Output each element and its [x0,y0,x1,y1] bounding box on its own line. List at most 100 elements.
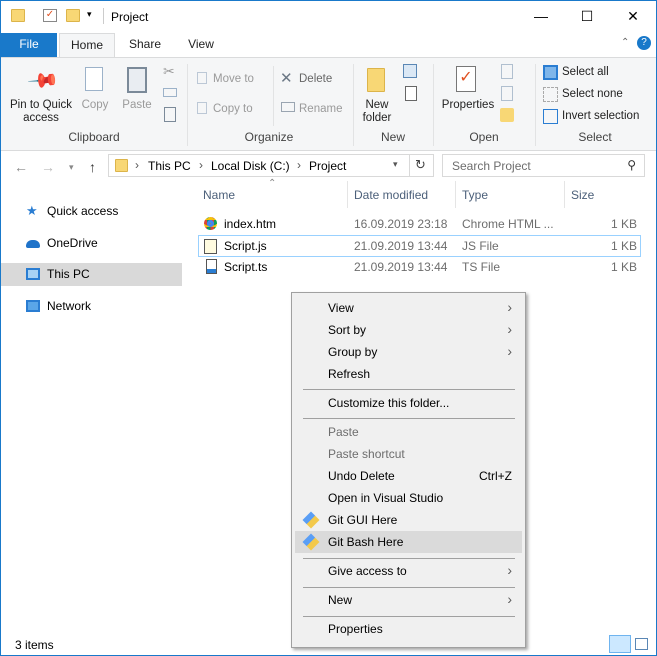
nav-item-quick-access[interactable]: ★ Quick access [1,200,182,223]
new-folder-icon [367,68,385,92]
breadcrumb-this-pc[interactable]: This PC [148,159,191,173]
tab-share[interactable]: Share [119,33,171,57]
rename-button[interactable]: Rename [299,103,342,116]
menu-item-sort-by[interactable]: Sort by › [295,319,522,341]
column-divider[interactable] [347,181,348,208]
breadcrumb-chevron-icon[interactable]: › [199,158,203,172]
breadcrumb-local-disk[interactable]: Local Disk (C:) [211,159,290,173]
cut-icon[interactable]: ✂ [163,63,175,80]
pin-quick-access-button[interactable]: Pin to Quick access [5,99,77,125]
open-icon[interactable] [501,64,513,79]
copy-to-button[interactable]: Copy to [213,103,253,116]
computer-icon [26,268,40,280]
new-folder-button[interactable]: New folder [357,99,397,125]
menu-item-git-bash[interactable]: Git Bash Here [295,531,522,553]
menu-item-properties[interactable]: Properties [295,618,522,640]
menu-item-new[interactable]: New › [295,589,522,611]
easy-access-icon[interactable] [405,86,417,101]
refresh-icon[interactable]: ↻ [415,157,426,173]
menu-item-paste-shortcut: Paste shortcut [328,447,405,461]
recent-locations-button[interactable]: ▾ [69,162,74,173]
delete-button[interactable]: Delete [299,73,332,86]
menu-item-give-access[interactable]: Give access to › [295,560,522,582]
tab-home[interactable]: Home [59,33,115,58]
large-icons-view-button[interactable] [635,638,648,650]
customize-qat-icon[interactable]: ▾ [87,9,92,20]
column-size[interactable]: Size [571,188,594,202]
invert-selection-icon [543,109,558,124]
group-open: Open [469,130,499,144]
column-divider[interactable] [455,181,456,208]
paste-icon [127,67,147,93]
navigation-pane: ★ Quick access OneDrive This PC Network [1,181,184,631]
new-item-icon[interactable] [403,64,417,78]
column-name[interactable]: Name [203,188,235,202]
file-row[interactable]: index.htm 16.09.2019 23:18 Chrome HTML .… [198,213,641,235]
search-icon[interactable]: ⚲ [627,158,636,172]
menu-item-open-visual-studio[interactable]: Open in Visual Studio [295,487,522,509]
paste-shortcut-icon[interactable] [164,107,176,122]
nav-label: Quick access [47,204,119,218]
address-box[interactable]: › This PC › Local Disk (C:) › Project ▾ … [108,154,434,177]
column-type[interactable]: Type [462,188,488,202]
edit-icon[interactable] [501,86,513,101]
forward-button[interactable]: → [41,159,55,175]
file-row-selected[interactable]: Script.js 21.09.2019 13:44 JS File 1 KB [198,235,641,257]
up-button[interactable]: ↑ [89,159,96,175]
copy-to-icon [197,102,207,114]
breadcrumb-project[interactable]: Project [309,159,346,173]
paste-button[interactable]: Paste [119,99,155,112]
tab-view[interactable]: View [177,33,225,57]
menu-item-view[interactable]: View › [295,297,522,319]
breadcrumb-chevron-icon[interactable]: › [297,158,301,172]
copy-path-icon[interactable] [163,88,177,97]
menu-item-undo-delete[interactable]: Undo Delete Ctrl+Z [295,465,522,487]
file-name: index.htm [224,217,277,231]
folder-icon [11,9,25,22]
menu-separator [303,587,515,588]
ribbon: 📌 Pin to Quick access Copy Paste ✂ Clipb… [1,57,656,151]
menu-separator [303,616,515,617]
column-divider[interactable] [564,181,565,208]
nav-item-onedrive[interactable]: OneDrive [1,232,182,255]
search-input[interactable]: Search Project ⚲ [442,154,645,177]
nav-item-network[interactable]: Network [1,295,182,318]
menu-item-refresh[interactable]: Refresh [295,363,522,385]
select-all-button[interactable]: Select all [562,66,609,79]
menu-separator [303,418,515,419]
menu-item-group-by[interactable]: Group by › [295,341,522,363]
breadcrumb-chevron-icon[interactable]: › [135,158,139,172]
history-icon[interactable] [500,108,514,122]
help-icon[interactable]: ? [637,36,651,50]
nav-label: This PC [47,267,90,281]
search-placeholder: Search Project [452,159,531,173]
file-size: 1 KB [610,260,637,274]
properties-icon[interactable]: ✓ [43,9,57,22]
invert-selection-button[interactable]: Invert selection [562,110,639,123]
select-none-button[interactable]: Select none [562,88,623,101]
maximize-button[interactable]: ☐ [564,1,610,33]
file-name: Script.ts [224,260,268,274]
new-folder-icon[interactable] [66,9,80,22]
copy-button[interactable]: Copy [79,99,111,112]
minimize-button[interactable]: — [518,1,564,33]
back-button[interactable]: ← [14,159,28,175]
tab-file[interactable]: File [1,33,57,57]
menu-item-git-gui[interactable]: Git GUI Here [295,509,522,531]
menu-item-customize[interactable]: Customize this folder... [295,392,522,414]
chrome-icon [204,217,217,230]
details-view-button[interactable] [609,635,631,653]
divider [409,155,410,176]
file-row[interactable]: Script.ts 21.09.2019 13:44 TS File 1 KB [198,256,641,278]
title-bar: ✓ ▾ Project — ☐ ✕ [1,1,656,33]
close-button[interactable]: ✕ [610,1,656,33]
window-title: Project [111,10,149,24]
move-to-button[interactable]: Move to [213,73,254,86]
git-icon [302,533,320,551]
file-date: 21.09.2019 13:44 [354,260,448,274]
nav-item-this-pc[interactable]: This PC [1,263,182,286]
address-dropdown-icon[interactable]: ▾ [393,159,398,170]
collapse-ribbon-icon[interactable]: ⌃ [621,37,629,48]
properties-button[interactable]: Properties [441,99,495,112]
column-date-modified[interactable]: Date modified [354,188,428,202]
